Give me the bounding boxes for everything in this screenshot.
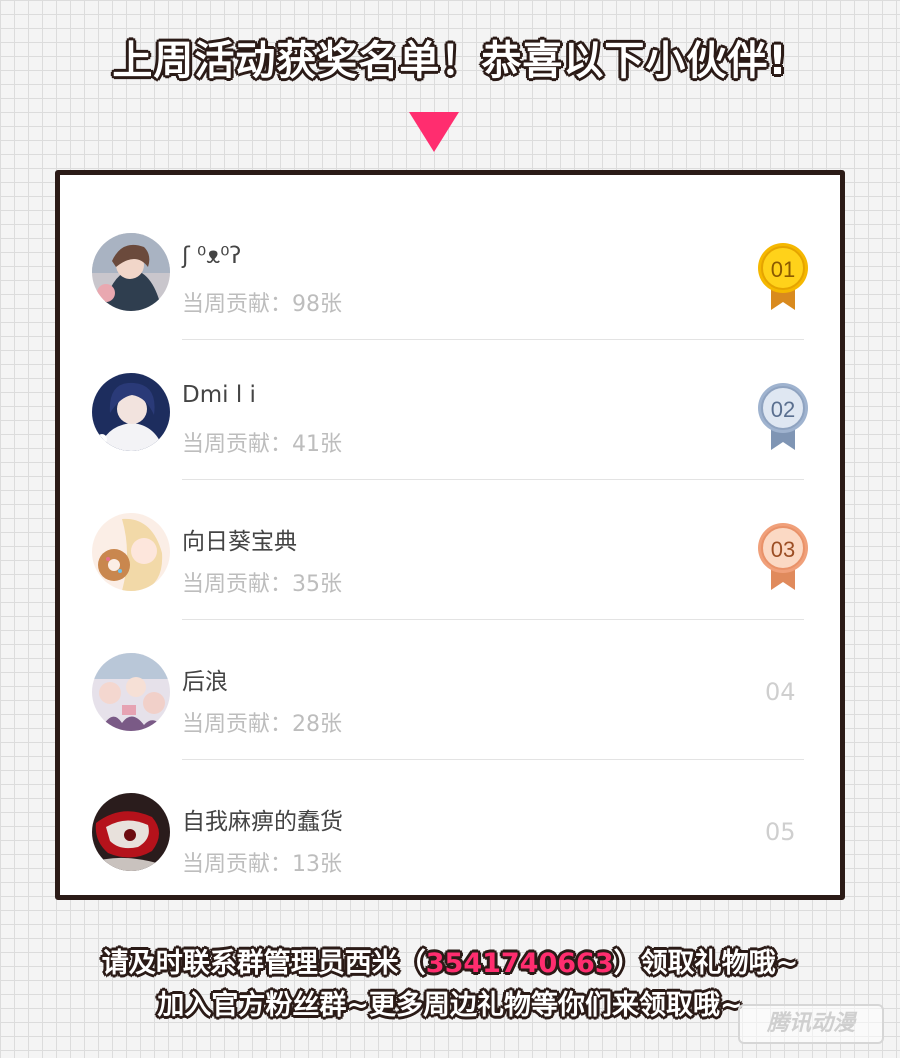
contact-text-suffix: ）领取礼物哦~ [613, 948, 799, 979]
rank-number: 04 [765, 678, 796, 706]
contact-text-prefix: 请及时联系群管理员西米（ [101, 948, 426, 979]
winner-name: ʃ ⁰ᴥ⁰ʔ [182, 243, 242, 269]
gold-medal-icon: 01 [755, 242, 811, 312]
rank-number: 01 [771, 257, 795, 282]
list-item[interactable]: 后浪 当周贡献：28张 04 [60, 620, 840, 760]
winner-name: 后浪 [182, 669, 228, 695]
list-item[interactable]: 自我麻痹的蠢货 当周贡献：13张 05 [60, 760, 840, 900]
weekly-contribution: 当周贡献：13张 [182, 852, 342, 877]
winner-list: ʃ ⁰ᴥ⁰ʔ 当周贡献：98张 01 Dmi l i 当周贡献：41张 02 向… [55, 170, 845, 900]
avatar [92, 653, 170, 731]
weekly-contribution: 当周贡献：35张 [182, 572, 342, 597]
page-title: 上周活动获奖名单！恭喜以下小伙伴! [112, 38, 788, 84]
weekly-contribution: 当周贡献：98张 [182, 292, 342, 317]
avatar [92, 513, 170, 591]
weekly-contribution: 当周贡献：28张 [182, 712, 342, 737]
winner-name: Dmi l i [182, 382, 256, 408]
avatar [92, 793, 170, 871]
list-item[interactable]: 向日葵宝典 当周贡献：35张 03 [60, 480, 840, 620]
qq-number: 3541740663 [425, 948, 614, 979]
weekly-contribution: 当周贡献：41张 [182, 432, 342, 457]
bronze-medal-icon: 03 [755, 522, 811, 592]
rank-number: 05 [765, 818, 796, 846]
winner-name: 向日葵宝典 [182, 529, 297, 555]
contact-instruction: 请及时联系群管理员西米（3541740663）领取礼物哦~ [0, 941, 900, 980]
down-arrow-icon [409, 112, 459, 152]
rank-number: 02 [771, 397, 795, 422]
list-item[interactable]: Dmi l i 当周贡献：41张 02 [60, 340, 840, 480]
avatar [92, 233, 170, 311]
rank-number: 03 [771, 537, 795, 562]
watermark-logo: 腾讯动漫 [738, 1004, 884, 1044]
avatar [92, 373, 170, 451]
silver-medal-icon: 02 [755, 382, 811, 452]
winner-name: 自我麻痹的蠢货 [182, 809, 343, 835]
list-item[interactable]: ʃ ⁰ᴥ⁰ʔ 当周贡献：98张 01 [60, 200, 840, 340]
